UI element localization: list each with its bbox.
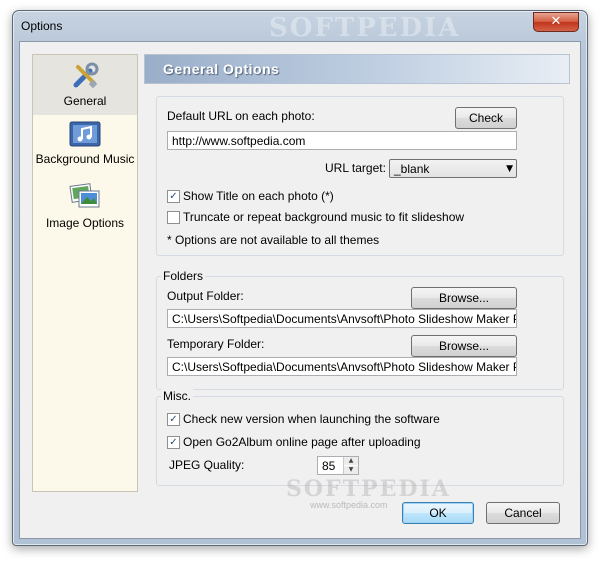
general-group: Default URL on each photo: Check http://… bbox=[156, 96, 564, 256]
ok-button[interactable]: OK bbox=[402, 502, 474, 524]
sidebar-item-image-options[interactable]: Image Options bbox=[33, 181, 137, 241]
default-url-label: Default URL on each photo: bbox=[167, 109, 315, 123]
check-button[interactable]: Check bbox=[455, 107, 517, 129]
dialog-client-area: General Background Music Image Options G… bbox=[19, 41, 581, 539]
misc-group: Misc. ✓ Check new version when launching… bbox=[156, 389, 564, 486]
page-title: General Options bbox=[163, 61, 280, 77]
watermark: SOFTPEDIA bbox=[269, 13, 461, 43]
themes-note: * Options are not available to all theme… bbox=[167, 233, 380, 247]
cancel-button[interactable]: Cancel bbox=[486, 502, 560, 524]
sidebar-label-general: General bbox=[63, 94, 107, 108]
url-target-select[interactable]: _blank ▼ bbox=[389, 159, 517, 178]
sidebar-item-background-music[interactable]: Background Music bbox=[33, 121, 137, 177]
temporary-folder-input[interactable]: C:\Users\Softpedia\Documents\Anvsoft\Pho… bbox=[167, 357, 517, 376]
truncate-music-label: Truncate or repeat background music to f… bbox=[183, 210, 465, 224]
default-url-input[interactable]: http://www.softpedia.com bbox=[167, 131, 517, 150]
stepper-down-icon[interactable]: ▼ bbox=[344, 466, 358, 474]
options-content: General Options Default URL on each phot… bbox=[144, 54, 570, 490]
stepper-buttons: ▲ ▼ bbox=[343, 457, 358, 474]
folders-legend: Folders bbox=[161, 269, 206, 283]
truncate-music-checkbox[interactable] bbox=[167, 211, 180, 224]
window-title: Options bbox=[21, 19, 63, 33]
tools-icon bbox=[73, 62, 99, 89]
close-button[interactable]: ✕ bbox=[533, 12, 579, 32]
images-icon bbox=[69, 183, 100, 208]
options-sidebar: General Background Music Image Options bbox=[32, 54, 138, 492]
music-icon bbox=[69, 121, 101, 147]
url-target-value: _blank bbox=[394, 162, 430, 176]
show-title-label: Show Title on each photo (*) bbox=[183, 189, 334, 203]
open-go2album-checkbox[interactable]: ✓ bbox=[167, 436, 180, 449]
section-header: General Options bbox=[144, 54, 570, 84]
output-browse-button[interactable]: Browse... bbox=[411, 287, 517, 309]
title-bar[interactable]: Options SOFTPEDIA ✕ bbox=[13, 11, 587, 43]
stepper-up-icon[interactable]: ▲ bbox=[344, 457, 358, 465]
sidebar-item-general[interactable]: General bbox=[33, 55, 137, 115]
jpeg-quality-stepper[interactable]: 85 ▲ ▼ bbox=[317, 456, 359, 475]
options-window: Options SOFTPEDIA ✕ General Background M… bbox=[12, 10, 588, 546]
output-folder-input[interactable]: C:\Users\Softpedia\Documents\Anvsoft\Pho… bbox=[167, 309, 517, 328]
jpeg-quality-label: JPEG Quality: bbox=[169, 458, 245, 472]
check-version-checkbox[interactable]: ✓ bbox=[167, 413, 180, 426]
output-folder-label: Output Folder: bbox=[167, 289, 244, 303]
chevron-down-icon: ▼ bbox=[506, 164, 513, 174]
url-target-label: URL target: bbox=[325, 161, 386, 175]
watermark-center: SOFTPEDIA bbox=[286, 476, 451, 502]
open-go2album-label: Open Go2Album online page after uploadin… bbox=[183, 435, 421, 449]
folders-group: Folders Output Folder: Browse... C:\User… bbox=[156, 269, 564, 390]
temp-browse-button[interactable]: Browse... bbox=[411, 335, 517, 357]
sidebar-label-background-music: Background Music bbox=[35, 152, 135, 166]
show-title-checkbox[interactable]: ✓ bbox=[167, 190, 180, 203]
misc-legend: Misc. bbox=[161, 389, 193, 403]
jpeg-quality-value: 85 bbox=[322, 459, 336, 473]
temporary-folder-label: Temporary Folder: bbox=[167, 337, 265, 351]
sidebar-label-image-options: Image Options bbox=[45, 216, 125, 230]
check-version-label: Check new version when launching the sof… bbox=[183, 412, 440, 426]
watermark-url: www.softpedia.com bbox=[310, 500, 388, 510]
